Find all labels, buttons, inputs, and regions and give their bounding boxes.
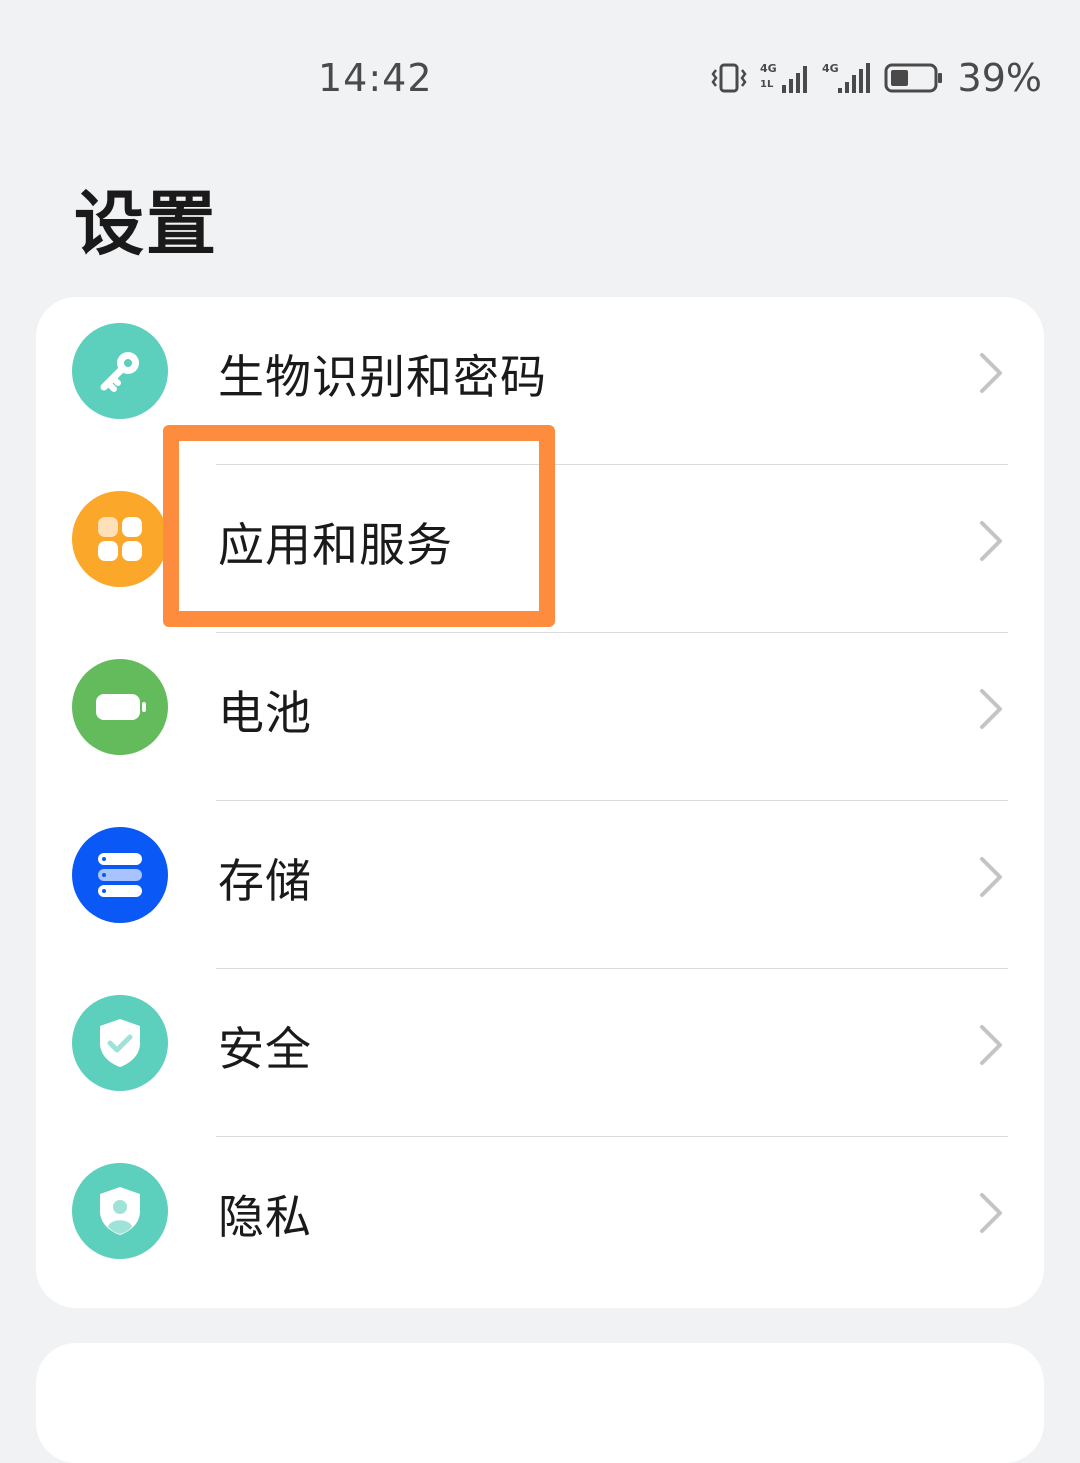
chevron-right-icon bbox=[980, 1193, 1002, 1233]
settings-item-label: 存储 bbox=[218, 854, 312, 908]
settings-item-privacy[interactable]: 隐私 bbox=[36, 1137, 1044, 1305]
settings-item-battery[interactable]: 电池 bbox=[36, 633, 1044, 801]
settings-item-apps-services[interactable]: 应用和服务 bbox=[36, 465, 1044, 633]
battery-icon bbox=[884, 63, 942, 93]
chevron-right-icon bbox=[980, 353, 1002, 393]
chevron-right-icon bbox=[980, 521, 1002, 561]
signal-4g-icon: 4G bbox=[822, 62, 870, 93]
battery-icon bbox=[72, 659, 168, 755]
key-icon bbox=[72, 323, 168, 419]
storage-icon bbox=[72, 827, 168, 923]
shield-check-icon bbox=[72, 995, 168, 1091]
settings-item-label: 生物识别和密码 bbox=[218, 350, 547, 404]
status-icons: 4G 1L 4G 39% bbox=[708, 54, 1042, 102]
settings-item-label: 应用和服务 bbox=[218, 518, 453, 572]
battery-percent: 39% bbox=[957, 56, 1042, 100]
settings-item-label: 安全 bbox=[218, 1022, 312, 1076]
svg-text:4G: 4G bbox=[760, 62, 777, 75]
settings-item-storage[interactable]: 存储 bbox=[36, 801, 1044, 969]
apps-grid-icon bbox=[72, 491, 168, 587]
vibrate-icon bbox=[710, 63, 747, 93]
privacy-shield-icon bbox=[72, 1163, 168, 1259]
settings-item-label: 电池 bbox=[218, 686, 312, 740]
page-title: 设置 bbox=[74, 183, 218, 265]
svg-text:1L: 1L bbox=[760, 79, 774, 90]
status-time: 14:42 bbox=[318, 56, 433, 100]
chevron-right-icon bbox=[980, 857, 1002, 897]
settings-list-secondary bbox=[36, 1343, 1044, 1463]
settings-item-label: 隐私 bbox=[218, 1190, 312, 1244]
settings-list: 生物识别和密码 应用和服务 电池 存储 安全 隐私 bbox=[36, 297, 1044, 1308]
signal-4g-icon: 4G 1L bbox=[760, 62, 807, 93]
status-bar: 14:42 4G 1L 4G 39% bbox=[0, 0, 1080, 150]
settings-item-security[interactable]: 安全 bbox=[36, 969, 1044, 1137]
chevron-right-icon bbox=[980, 689, 1002, 729]
chevron-right-icon bbox=[980, 1025, 1002, 1065]
svg-text:4G: 4G bbox=[822, 62, 839, 75]
settings-item-biometrics-password[interactable]: 生物识别和密码 bbox=[36, 297, 1044, 465]
